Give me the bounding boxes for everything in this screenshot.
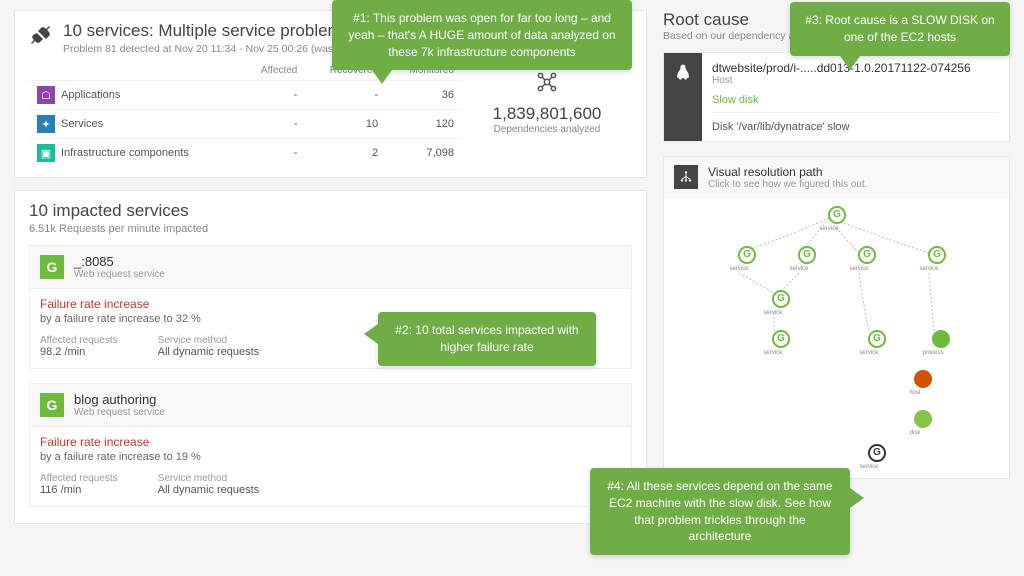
service-type: Web request service — [74, 407, 165, 418]
dependencies-icon — [534, 69, 560, 95]
plug-icon — [29, 23, 53, 47]
table-row[interactable]: ▣Infrastructure components-27,098 — [29, 139, 462, 168]
failure-title: Failure rate increase — [40, 435, 621, 449]
vrp-sub: Click to see how we figured this out. — [708, 179, 868, 190]
service-icon: G — [40, 255, 64, 279]
infrastructure-icon: ▣ — [37, 144, 55, 162]
service-name: _:8085 — [74, 254, 165, 269]
root-cause-slow: Slow disk — [712, 94, 999, 106]
root-cause-disk: Disk '/var/lib/dynatrace' slow — [712, 112, 999, 133]
callout-2: #2: 10 total services impacted with high… — [378, 312, 596, 366]
resolution-graph: Gservice Gservice Gservice Gservice Gser… — [664, 198, 1009, 478]
impacted-sub: 6.51k Requests per minute impacted — [15, 221, 646, 245]
visual-resolution-path[interactable]: Visual resolution pathClick to see how w… — [663, 156, 1010, 479]
applications-icon: ☖ — [37, 86, 55, 104]
service-card[interactable]: G blog authoringWeb request service Fail… — [29, 383, 632, 507]
service-type: Web request service — [74, 269, 165, 280]
failure-desc: by a failure rate increase to 19 % — [40, 451, 621, 463]
root-cause-card[interactable]: dtwebsite/prod/i-.....dd013-1.0.20171122… — [663, 52, 1010, 142]
table-row[interactable]: ☖Applications--36 — [29, 81, 462, 110]
dependencies-analyzed: 1,839,801,600 Dependencies analyzed — [462, 61, 632, 167]
linux-icon — [664, 53, 702, 141]
service-icon: G — [40, 393, 64, 417]
dependencies-count: 1,839,801,600 — [462, 104, 632, 124]
root-cause-host-sub: Host — [712, 75, 999, 86]
impacted-title: 10 impacted services — [15, 191, 646, 221]
col-affected: Affected — [240, 61, 306, 81]
table-row[interactable]: ✦Services-10120 — [29, 110, 462, 139]
dependencies-label: Dependencies analyzed — [462, 124, 632, 135]
services-icon: ✦ — [37, 115, 55, 133]
callout-4: #4: All these services depend on the sam… — [590, 468, 850, 555]
callout-1: #1: This problem was open for far too lo… — [332, 0, 632, 70]
callout-3: #3: Root cause is a SLOW DISK on one of … — [790, 2, 1010, 56]
service-name: blog authoring — [74, 392, 165, 407]
failure-title: Failure rate increase — [40, 297, 621, 311]
problem-table: AffectedRecoveredMonitored ☖Applications… — [29, 61, 462, 167]
tree-icon — [674, 165, 698, 189]
vrp-title: Visual resolution path — [708, 165, 868, 179]
